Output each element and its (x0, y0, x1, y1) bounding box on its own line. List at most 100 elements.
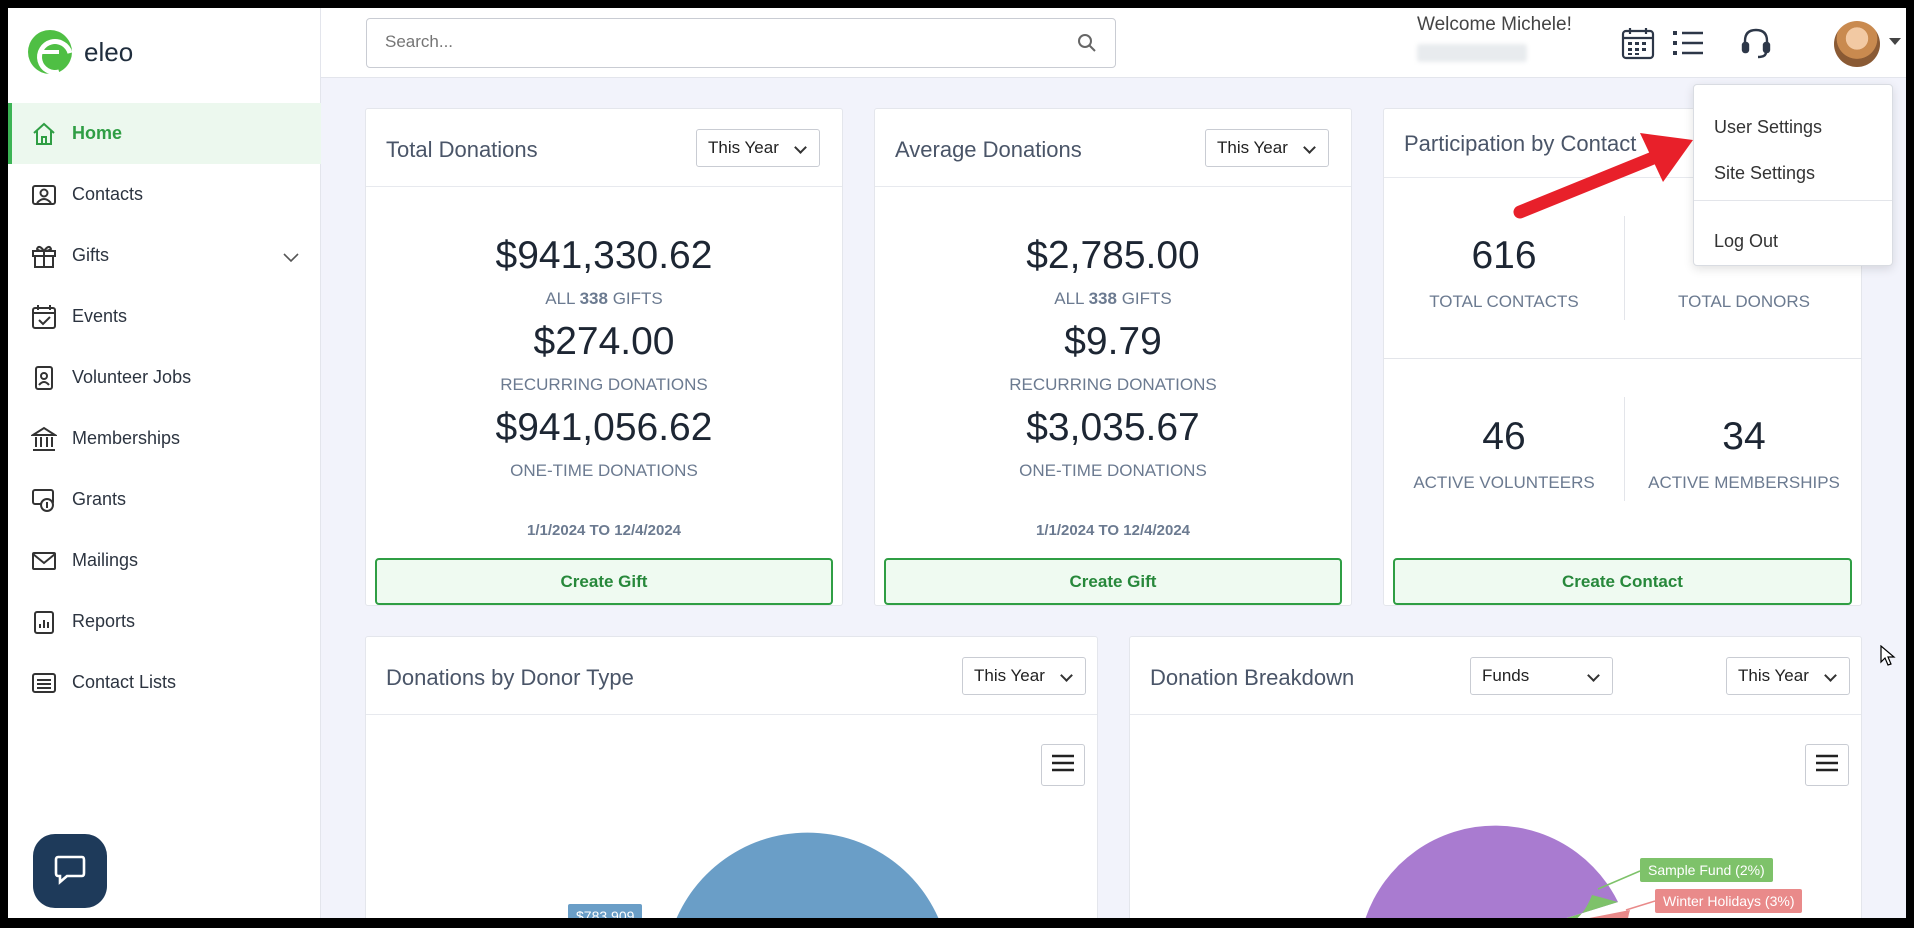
dropdown-value: This Year (708, 138, 779, 157)
log-out-menu-item[interactable]: Log Out (1714, 231, 1778, 252)
sidebar-item-mailings[interactable]: Mailings (8, 530, 321, 591)
total-contacts-stat: 616 TOTAL CONTACTS (1384, 234, 1624, 312)
sidebar-item-label: Grants (72, 489, 127, 509)
label-text: ALL (545, 289, 580, 308)
search-icon[interactable] (1077, 33, 1097, 58)
home-icon (30, 120, 58, 148)
search-box (366, 18, 1116, 68)
report-icon (30, 608, 58, 636)
date-range: 1/1/2024 TO 12/4/2024 (1035, 522, 1190, 539)
chat-support-button[interactable] (33, 834, 107, 908)
label-text: GIFTS (607, 289, 663, 308)
donations-by-donor-type-card: Donations by Donor Type This Year $783,9… (365, 636, 1098, 918)
sidebar-item-contact-lists[interactable]: Contact Lists (8, 652, 321, 713)
card-header: Average Donations This Year (875, 109, 1351, 187)
task-list-icon[interactable] (1669, 24, 1707, 62)
sidebar-item-reports[interactable]: Reports (8, 591, 321, 652)
sidebar-item-gifts[interactable]: Gifts (8, 225, 321, 286)
contacts-icon (30, 181, 58, 209)
app-window: eleo Home Contacts Gifts Events Voluntee… (8, 8, 1906, 918)
sidebar-item-home[interactable]: Home (8, 103, 321, 164)
sidebar-item-label: Events (72, 306, 128, 326)
sidebar: eleo Home Contacts Gifts Events Voluntee… (8, 8, 321, 918)
period-dropdown[interactable]: This Year (1205, 129, 1329, 167)
date-range: 1/1/2024 TO 12/4/2024 (526, 522, 681, 539)
logo-text: eleo (84, 36, 134, 67)
calendar-icon[interactable] (1619, 24, 1657, 62)
pie-label-sample-fund: Sample Fund (2%) (1640, 858, 1773, 882)
active-memberships-label: ACTIVE MEMBERSHIPS (1648, 473, 1840, 492)
active-volunteers-value: 46 (1482, 415, 1526, 458)
mouse-cursor-icon (1880, 645, 1896, 666)
average-donations-card: Average Donations This Year $2,785.00 AL… (874, 108, 1352, 606)
building-icon (30, 425, 58, 453)
envelope-icon (30, 547, 58, 575)
pie-label-winter-holidays: Winter Holidays (3%) (1655, 889, 1803, 913)
sidebar-item-grants[interactable]: Grants (8, 469, 321, 530)
create-gift-button[interactable]: Create Gift (375, 558, 833, 605)
sidebar-item-label: Mailings (72, 550, 139, 570)
gift-icon (30, 242, 58, 270)
site-settings-menu-item[interactable]: Site Settings (1714, 163, 1815, 184)
chat-bubble-icon (53, 853, 87, 890)
average-all-value: $2,785.00 (1026, 234, 1200, 277)
sidebar-item-label: Contacts (72, 184, 144, 204)
donor-type-pie-chart (669, 832, 946, 918)
headset-support-icon[interactable] (1737, 24, 1775, 62)
total-onetime-value: $941,056.62 (495, 406, 713, 449)
dropdown-value: This Year (1217, 138, 1288, 157)
average-onetime-value: $3,035.67 (1026, 406, 1200, 449)
sidebar-item-label: Volunteer Jobs (72, 367, 192, 387)
chevron-down-icon[interactable] (283, 247, 299, 268)
sidebar-item-memberships[interactable]: Memberships (8, 408, 321, 469)
active-memberships-stat: 34 ACTIVE MEMBERSHIPS (1624, 415, 1864, 493)
card-title: Average Donations (895, 137, 1082, 162)
user-avatar[interactable] (1834, 21, 1880, 67)
gift-count: 338 (1088, 289, 1117, 308)
pie-slice-blue[interactable] (669, 832, 946, 918)
sidebar-item-label: Reports (72, 611, 136, 631)
sidebar-item-label: Contact Lists (72, 672, 177, 692)
badge-icon (30, 364, 58, 392)
pie-value-label: $783,909 (568, 904, 643, 918)
total-contacts-label: TOTAL CONTACTS (1429, 292, 1579, 311)
active-volunteers-label: ACTIVE VOLUNTEERS (1413, 473, 1595, 492)
total-recurring-value: $274.00 (533, 320, 675, 363)
sidebar-item-label: Gifts (72, 245, 110, 265)
pie-slice-purple[interactable] (1360, 825, 1618, 918)
pie-label-line (1625, 900, 1656, 911)
total-onetime-label: ONE-TIME DONATIONS (510, 461, 698, 480)
total-donations-card: Total Donations This Year $941,330.62 AL… (365, 108, 843, 606)
active-volunteers-stat: 46 ACTIVE VOLUNTEERS (1384, 415, 1624, 493)
average-all-label: ALL 338 GIFTS (875, 289, 1351, 309)
list-icon (30, 669, 58, 697)
create-contact-button[interactable]: Create Contact (1393, 558, 1852, 605)
logo[interactable]: eleo (28, 30, 133, 74)
sidebar-nav: Home Contacts Gifts Events Volunteer Job… (8, 103, 321, 713)
sidebar-item-volunteer-jobs[interactable]: Volunteer Jobs (8, 347, 321, 408)
donation-breakdown-card: Donation Breakdown Funds This Year Sampl… (1129, 636, 1862, 918)
create-gift-button[interactable]: Create Gift (884, 558, 1342, 605)
welcome-message: Welcome Michele! (1417, 14, 1572, 35)
organization-name-blurred (1417, 44, 1527, 62)
total-all-value: $941,330.62 (495, 234, 713, 277)
period-dropdown[interactable]: This Year (696, 129, 820, 167)
sidebar-item-contacts[interactable]: Contacts (8, 164, 321, 225)
sidebar-item-events[interactable]: Events (8, 286, 321, 347)
calendar-check-icon (30, 303, 58, 331)
label-text: ALL (1054, 289, 1089, 308)
label-text: GIFTS (1116, 289, 1172, 308)
gift-count: 338 (579, 289, 608, 308)
total-all-label: ALL 338 GIFTS (366, 289, 842, 309)
top-bar: Welcome Michele! (321, 8, 1906, 78)
search-input[interactable] (367, 19, 1047, 65)
eleo-logo-icon (28, 30, 72, 74)
total-donors-label: TOTAL DONORS (1678, 292, 1810, 311)
sidebar-item-label: Home (72, 123, 123, 143)
user-menu-dropdown: User Settings Site Settings Log Out (1693, 84, 1893, 266)
caret-down-icon[interactable] (1889, 38, 1901, 45)
average-recurring-label: RECURRING DONATIONS (1009, 375, 1217, 394)
user-settings-menu-item[interactable]: User Settings (1714, 117, 1822, 138)
total-contacts-value: 616 (1471, 234, 1537, 277)
total-recurring-label: RECURRING DONATIONS (500, 375, 708, 394)
